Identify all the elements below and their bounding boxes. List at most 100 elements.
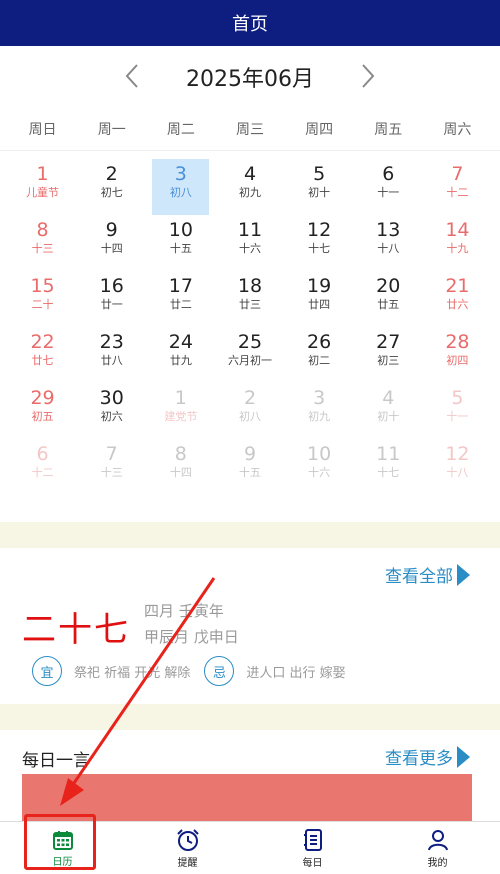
lunar-day: 十一 <box>377 186 400 199</box>
lunar-day: 十四 <box>100 242 123 255</box>
calendar-day[interactable]: 4 初十 <box>354 383 423 439</box>
calendar-day[interactable]: 2 初七 <box>77 159 146 215</box>
calendar-day[interactable]: 11 十六 <box>215 215 284 271</box>
day-number: 22 <box>30 331 55 353</box>
calendar-day[interactable]: 17 廿二 <box>146 271 215 327</box>
calendar-day[interactable]: 23 廿八 <box>77 327 146 383</box>
day-number: 21 <box>445 275 470 297</box>
lunar-day: 廿八 <box>100 354 123 367</box>
alarm-clock-icon <box>176 828 199 851</box>
lunar-date: 二十七 <box>22 610 130 650</box>
weekday-label: 周六 <box>443 122 472 138</box>
day-number: 18 <box>237 275 263 297</box>
calendar-day[interactable]: 13 十八 <box>354 215 423 271</box>
calendar-day[interactable]: 3 初八 <box>152 159 210 215</box>
calendar-day[interactable]: 10 十五 <box>146 215 215 271</box>
lunar-day: 十三 <box>100 466 123 479</box>
lunar-day: 十七 <box>377 466 400 479</box>
triangle-right-icon <box>457 745 470 768</box>
calendar-day[interactable]: 27 初三 <box>354 327 423 383</box>
calendar-day[interactable]: 4 初九 <box>215 159 284 215</box>
day-number: 10 <box>307 443 332 465</box>
calendar-day[interactable]: 18 廿三 <box>215 271 284 327</box>
tab-profile[interactable]: 我的 <box>375 822 500 874</box>
calendar-day[interactable]: 25 六月初一 <box>215 327 284 383</box>
lunar-day: 十五 <box>238 466 261 479</box>
calendar-day[interactable]: 5 初十 <box>285 159 354 215</box>
calendar-day[interactable]: 7 十三 <box>77 439 146 495</box>
tab-reminder[interactable]: 提醒 <box>125 822 250 874</box>
ji-badge: 忌 <box>204 656 235 686</box>
calendar-day[interactable]: 24 廿九 <box>146 327 215 383</box>
calendar-day[interactable]: 29 初五 <box>8 383 77 439</box>
day-number: 30 <box>99 387 124 409</box>
view-more-link[interactable]: 查看更多 <box>385 744 470 769</box>
view-all-link[interactable]: 查看全部 <box>385 562 470 587</box>
calendar-day[interactable]: 20 廿五 <box>354 271 423 327</box>
day-number: 16 <box>99 275 124 297</box>
page-title: 首页 <box>232 14 268 35</box>
calendar-day[interactable]: 9 十五 <box>215 439 284 495</box>
lunar-day: 廿四 <box>308 298 331 311</box>
lunar-day: 十七 <box>308 242 331 255</box>
weekday-label: 周五 <box>374 122 403 138</box>
calendar-day[interactable]: 14 十九 <box>423 215 492 271</box>
day-number: 24 <box>168 331 193 353</box>
calendar-day[interactable]: 22 廿七 <box>8 327 77 383</box>
tab-label: 提醒 <box>177 857 198 869</box>
lunar-day: 建党节 <box>164 410 198 423</box>
lunar-day: 十二 <box>446 186 469 199</box>
day-number: 23 <box>99 331 124 353</box>
day-number: 3 <box>313 387 326 409</box>
calendar-day[interactable]: 8 十三 <box>8 215 77 271</box>
day-number: 27 <box>376 331 401 353</box>
calendar-day[interactable]: 21 廿六 <box>423 271 492 327</box>
calendar-day[interactable]: 11 十七 <box>354 439 423 495</box>
calendar-day[interactable]: 15 二十 <box>8 271 77 327</box>
day-number: 29 <box>30 387 55 409</box>
day-number: 28 <box>445 331 470 353</box>
calendar-day[interactable]: 30 初六 <box>77 383 146 439</box>
calendar-day[interactable]: 8 十四 <box>146 439 215 495</box>
lunar-day: 初四 <box>446 354 469 367</box>
calendar-day[interactable]: 19 廿四 <box>285 271 354 327</box>
lunar-day: 初五 <box>31 410 54 423</box>
weekday-header: 周日 周一 周二 周三 周四 周五 周六 <box>0 108 500 151</box>
weekday-label: 周三 <box>235 122 264 138</box>
calendar-day[interactable]: 16 廿一 <box>77 271 146 327</box>
day-number: 5 <box>313 163 326 185</box>
lunar-day: 廿七 <box>31 354 54 367</box>
app-header: 首页 <box>0 0 500 46</box>
day-number: 15 <box>30 275 55 297</box>
prev-month-button[interactable] <box>112 56 152 96</box>
calendar-day[interactable]: 6 十一 <box>354 159 423 215</box>
calendar-day[interactable]: 12 十七 <box>285 215 354 271</box>
tab-daily[interactable]: 每日 <box>250 822 375 874</box>
calendar-day[interactable]: 9 十四 <box>77 215 146 271</box>
lunar-day: 十六 <box>238 242 261 255</box>
calendar-day[interactable]: 2 初八 <box>215 383 284 439</box>
calendar-day[interactable]: 7 十二 <box>423 159 492 215</box>
day-number: 14 <box>445 219 470 241</box>
lunar-day: 儿童节 <box>26 186 60 199</box>
lunar-day: 十五 <box>169 242 192 255</box>
calendar-day[interactable]: 6 十二 <box>8 439 77 495</box>
calendar-day[interactable]: 3 初九 <box>285 383 354 439</box>
lunar-day: 初九 <box>238 186 261 199</box>
calendar-day[interactable]: 5 十一 <box>423 383 492 439</box>
calendar-day[interactable]: 1 建党节 <box>146 383 215 439</box>
day-number: 26 <box>307 331 332 353</box>
day-number: 13 <box>376 219 401 241</box>
calendar-grid: 1 儿童节 2 初七 3 初八 4 初九 5 初十 6 十一 7 十二 8 十三 9 十四 10 十五 11 十六 12 十七… <box>0 151 500 495</box>
calendar-day[interactable]: 10 十六 <box>285 439 354 495</box>
lunar-day: 十八 <box>377 242 400 255</box>
calendar-day[interactable]: 28 初四 <box>423 327 492 383</box>
next-month-button[interactable] <box>348 56 388 96</box>
calendar-day[interactable]: 26 初二 <box>285 327 354 383</box>
lunar-day: 十四 <box>169 466 192 479</box>
calendar-day[interactable]: 12 十八 <box>423 439 492 495</box>
view-all-label: 查看全部 <box>385 567 453 587</box>
weekday-label: 周二 <box>166 122 195 138</box>
day-number: 2 <box>105 163 118 185</box>
calendar-day[interactable]: 1 儿童节 <box>8 159 77 215</box>
